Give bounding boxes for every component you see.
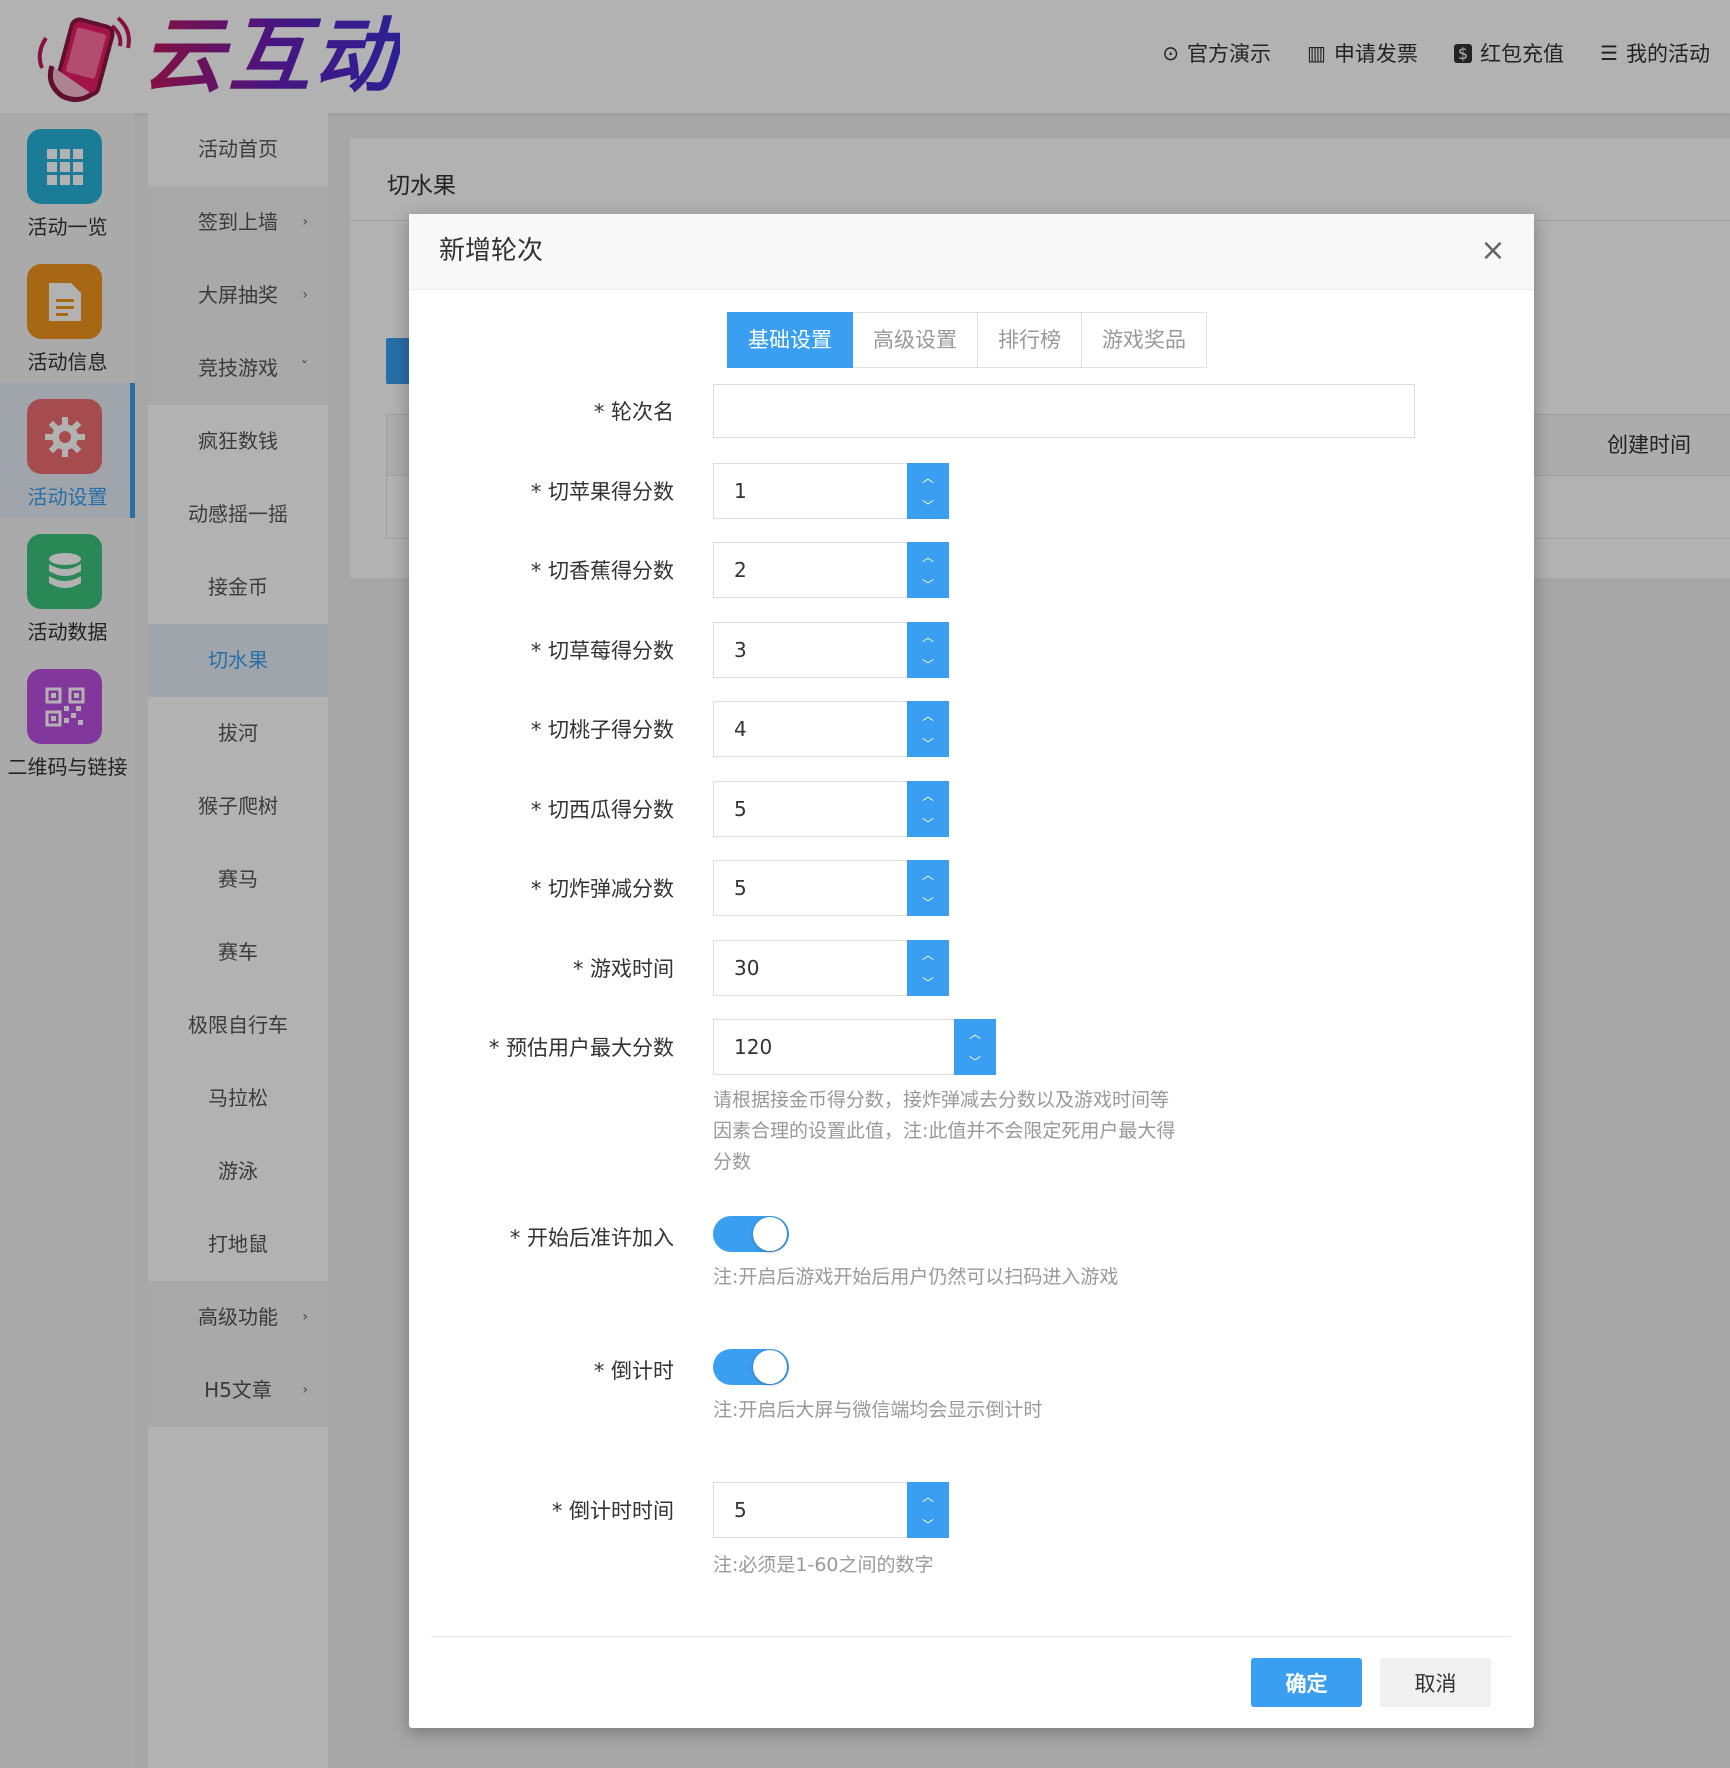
label-round-name: * 轮次名 bbox=[593, 400, 674, 424]
label-banana-score: * 切香蕉得分数 bbox=[530, 559, 674, 583]
chevron-down-icon[interactable]: ﹀ bbox=[907, 570, 949, 598]
tab-leaderboard[interactable]: 排行榜 bbox=[978, 312, 1082, 368]
allow-join-hint: 注:开启后游戏开始后用户仍然可以扫码进入游戏 bbox=[713, 1266, 1119, 1288]
watermelon-score-value[interactable]: 5 bbox=[713, 781, 907, 837]
max-score-stepper[interactable]: 120 ︿ ﹀ bbox=[713, 1019, 996, 1075]
countdown-time-stepper[interactable]: 5 ︿ ﹀ bbox=[713, 1482, 949, 1538]
chevron-up-icon[interactable]: ︿ bbox=[907, 701, 949, 729]
label-watermelon-score: * 切西瓜得分数 bbox=[530, 798, 674, 822]
label-bomb-penalty: * 切炸弹减分数 bbox=[530, 877, 674, 901]
chevron-down-icon[interactable]: ﹀ bbox=[907, 1510, 949, 1538]
chevron-up-icon[interactable]: ︿ bbox=[907, 860, 949, 888]
chevron-up-icon[interactable]: ︿ bbox=[907, 1482, 949, 1510]
chevron-up-icon[interactable]: ︿ bbox=[907, 781, 949, 809]
allow-join-toggle[interactable] bbox=[713, 1216, 789, 1252]
modal-title: 新增轮次 bbox=[439, 236, 544, 266]
banana-score-value[interactable]: 2 bbox=[713, 542, 907, 598]
strawberry-score-value[interactable]: 3 bbox=[713, 622, 907, 678]
peach-score-stepper[interactable]: 4 ︿ ﹀ bbox=[713, 701, 949, 757]
label-allow-join: * 开始后准许加入 bbox=[509, 1226, 674, 1250]
countdown-toggle[interactable] bbox=[713, 1349, 789, 1385]
countdown-hint: 注:开启后大屏与微信端均会显示倒计时 bbox=[713, 1399, 1043, 1421]
chevron-up-icon[interactable]: ︿ bbox=[907, 940, 949, 968]
chevron-up-icon[interactable]: ︿ bbox=[907, 463, 949, 491]
confirm-button[interactable]: 确定 bbox=[1251, 1658, 1362, 1707]
tab-game-prizes[interactable]: 游戏奖品 bbox=[1082, 312, 1207, 368]
modal-footer-divider bbox=[431, 1636, 1511, 1637]
modal-header: 新增轮次 × bbox=[409, 214, 1534, 290]
max-score-hint: 请根据接金币得分数，接炸弹减去分数以及游戏时间等 因素合理的设置此值，注:此值并… bbox=[713, 1089, 1176, 1173]
game-time-stepper[interactable]: 30 ︿ ﹀ bbox=[713, 940, 949, 996]
tab-basic-settings[interactable]: 基础设置 bbox=[727, 312, 853, 368]
apple-score-value[interactable]: 1 bbox=[713, 463, 907, 519]
bomb-penalty-stepper[interactable]: 5 ︿ ﹀ bbox=[713, 860, 949, 916]
bomb-penalty-value[interactable]: 5 bbox=[713, 860, 907, 916]
label-peach-score: * 切桃子得分数 bbox=[530, 718, 674, 742]
label-apple-score: * 切苹果得分数 bbox=[530, 480, 674, 504]
chevron-down-icon[interactable]: ﹀ bbox=[907, 491, 949, 519]
tab-advanced-settings[interactable]: 高级设置 bbox=[853, 312, 978, 368]
chevron-down-icon[interactable]: ﹀ bbox=[907, 650, 949, 678]
max-score-value[interactable]: 120 bbox=[713, 1019, 954, 1075]
chevron-down-icon[interactable]: ﹀ bbox=[907, 888, 949, 916]
label-countdown-time: * 倒计时时间 bbox=[551, 1499, 674, 1523]
banana-score-stepper[interactable]: 2 ︿ ﹀ bbox=[713, 542, 949, 598]
cancel-button[interactable]: 取消 bbox=[1380, 1658, 1491, 1707]
apple-score-stepper[interactable]: 1 ︿ ﹀ bbox=[713, 463, 949, 519]
label-game-time: * 游戏时间 bbox=[572, 957, 674, 981]
modal-tabs: 基础设置 高级设置 排行榜 游戏奖品 bbox=[727, 312, 1207, 368]
add-round-modal: 新增轮次 × 基础设置 高级设置 排行榜 游戏奖品 * 轮次名 * 切苹果得分数… bbox=[409, 214, 1534, 1728]
strawberry-score-stepper[interactable]: 3 ︿ ﹀ bbox=[713, 622, 949, 678]
chevron-up-icon[interactable]: ︿ bbox=[907, 622, 949, 650]
label-strawberry-score: * 切草莓得分数 bbox=[530, 639, 674, 663]
countdown-time-hint: 注:必须是1-60之间的数字 bbox=[713, 1554, 934, 1576]
chevron-down-icon[interactable]: ﹀ bbox=[907, 809, 949, 837]
close-icon[interactable]: × bbox=[1474, 232, 1512, 270]
peach-score-value[interactable]: 4 bbox=[713, 701, 907, 757]
label-max-score: * 预估用户最大分数 bbox=[488, 1036, 674, 1060]
chevron-up-icon[interactable]: ︿ bbox=[907, 542, 949, 570]
round-name-input[interactable] bbox=[713, 384, 1415, 438]
countdown-time-value[interactable]: 5 bbox=[713, 1482, 907, 1538]
watermelon-score-stepper[interactable]: 5 ︿ ﹀ bbox=[713, 781, 949, 837]
chevron-down-icon[interactable]: ﹀ bbox=[907, 729, 949, 757]
chevron-down-icon[interactable]: ﹀ bbox=[907, 968, 949, 996]
chevron-up-icon[interactable]: ︿ bbox=[954, 1019, 996, 1047]
chevron-down-icon[interactable]: ﹀ bbox=[954, 1047, 996, 1075]
game-time-value[interactable]: 30 bbox=[713, 940, 907, 996]
label-countdown: * 倒计时 bbox=[593, 1359, 674, 1383]
